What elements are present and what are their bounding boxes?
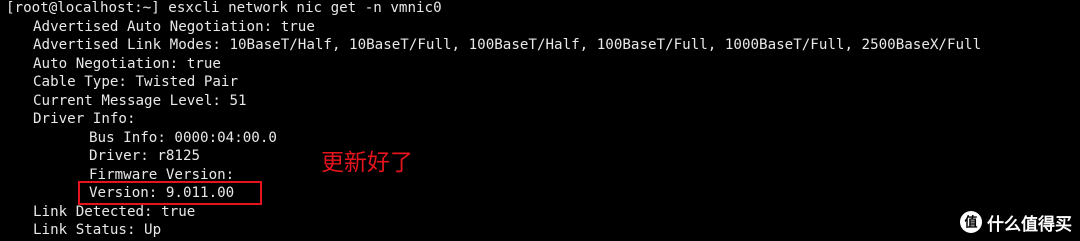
output-auto-negotiation: Auto Negotiation: true [33, 55, 221, 72]
watermark: 值 什么值得买 [959, 209, 1072, 235]
svg-text:值: 值 [964, 215, 977, 231]
version-highlight-box [78, 181, 262, 205]
output-bus-info: Bus Info: 0000:04:00.0 [89, 129, 277, 146]
output-link-status: Link Status: Up [33, 222, 162, 238]
output-advertised-auto-negotiation: Advertised Auto Negotiation: true [33, 18, 315, 35]
output-current-message-level: Current Message Level: 51 [33, 92, 247, 109]
annotation-text: 更新好了 [321, 150, 413, 176]
command-prompt-line: [root@localhost:~] esxcli network nic ge… [6, 0, 442, 16]
watermark-text: 什么值得买 [987, 214, 1072, 235]
output-driver: Driver: r8125 [89, 148, 201, 164]
terminal-window[interactable]: [root@localhost:~] esxcli network nic ge… [0, 0, 1080, 241]
smzdm-logo-icon: 值 [960, 211, 982, 233]
output-advertised-link-modes: Advertised Link Modes: 10BaseT/Half, 10B… [33, 37, 982, 53]
output-link-detected: Link Detected: true [33, 203, 196, 220]
output-driver-info: Driver Info: [33, 111, 136, 127]
output-cable-type: Cable Type: Twisted Pair [33, 74, 238, 90]
